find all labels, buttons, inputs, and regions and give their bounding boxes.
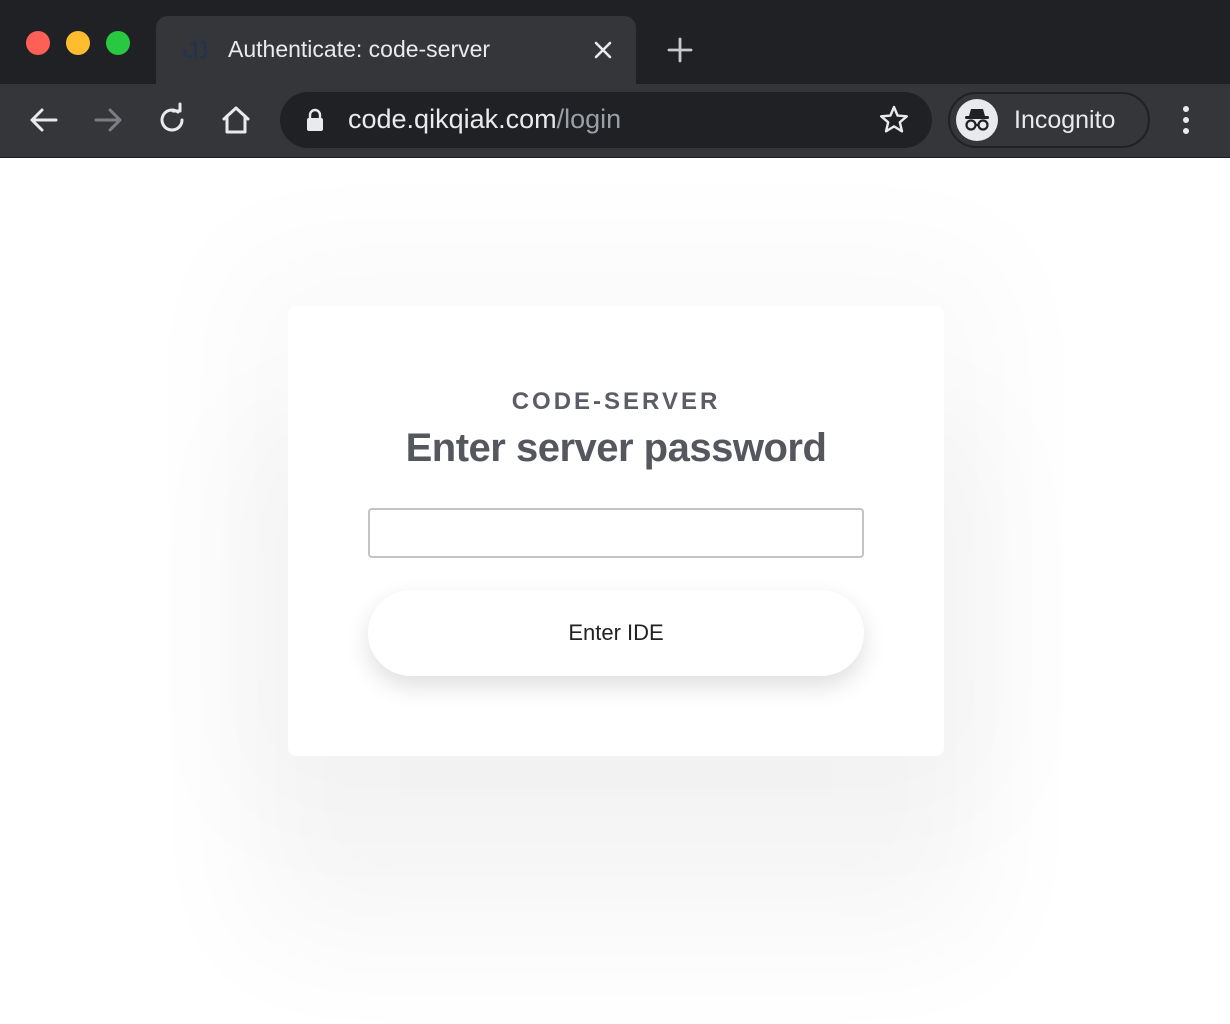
incognito-profile-button[interactable]: Incognito [948, 92, 1150, 148]
page-viewport: CODE-SERVER Enter server password Enter … [0, 158, 1230, 1024]
lock-icon[interactable] [304, 108, 326, 132]
kebab-menu-icon[interactable] [1170, 102, 1202, 138]
plus-icon[interactable] [666, 36, 694, 64]
url-text[interactable]: code.qikqiak.com/login [348, 104, 621, 135]
url-path: /login [556, 104, 622, 134]
arrow-left-icon[interactable] [26, 102, 62, 138]
window-maximize-button[interactable] [106, 31, 130, 55]
arrow-right-icon[interactable] [90, 102, 126, 138]
incognito-icon [965, 109, 989, 131]
address-bar[interactable]: code.qikqiak.com/login [280, 92, 932, 148]
password-field[interactable] [368, 508, 864, 558]
avatar [956, 99, 998, 141]
enter-ide-button[interactable]: Enter IDE [368, 590, 864, 676]
url-host: code.qikqiak.com [348, 104, 557, 134]
brand-title: CODE-SERVER [511, 388, 721, 415]
close-icon[interactable] [592, 39, 614, 61]
browser-titlebar: Authenticate: code-server [0, 0, 1230, 84]
star-icon[interactable] [878, 104, 910, 136]
browser-toolbar: code.qikqiak.com/login Incognito [0, 84, 1230, 158]
window-minimize-button[interactable] [66, 31, 90, 55]
reload-icon[interactable] [154, 102, 190, 138]
page-title: Enter server password [405, 426, 827, 470]
tab-title: Authenticate: code-server [228, 36, 491, 62]
window-close-button[interactable] [26, 31, 50, 55]
profile-label: Incognito [1014, 106, 1116, 134]
login-card: CODE-SERVER Enter server password Enter … [288, 306, 944, 756]
home-icon[interactable] [218, 102, 254, 138]
code-server-logo-icon [183, 40, 208, 60]
tab-authenticate[interactable]: Authenticate: code-server [156, 16, 636, 84]
